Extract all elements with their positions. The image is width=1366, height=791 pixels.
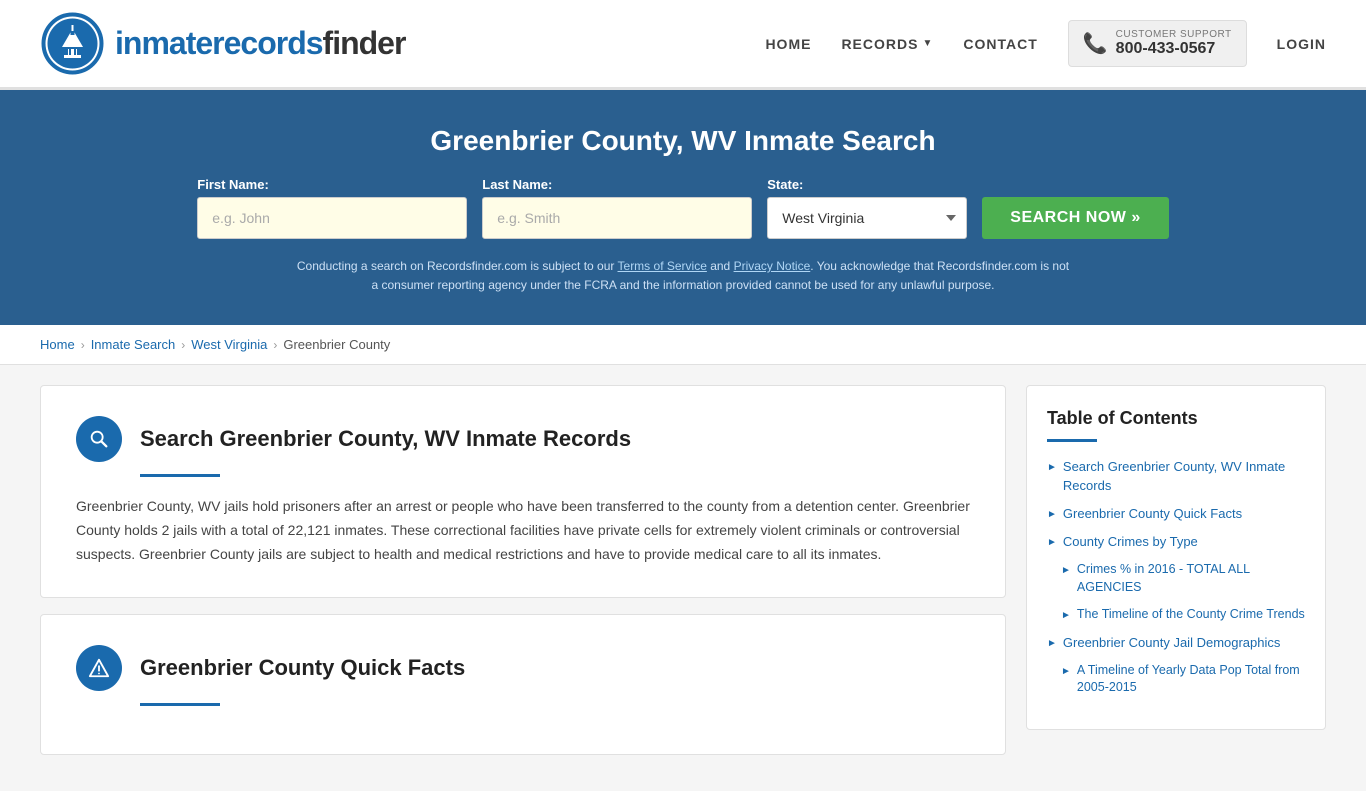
section1-underline [140, 474, 220, 477]
privacy-link[interactable]: Privacy Notice [734, 259, 811, 273]
hero-section: Greenbrier County, WV Inmate Search Firs… [0, 90, 1366, 325]
first-name-input[interactable] [197, 197, 467, 239]
last-name-input[interactable] [482, 197, 752, 239]
section1-title: Search Greenbrier County, WV Inmate Reco… [140, 426, 631, 452]
toc-divider [1047, 439, 1097, 442]
tos-link[interactable]: Terms of Service [618, 259, 707, 273]
support-text: CUSTOMER SUPPORT 800-433-0567 [1116, 29, 1232, 58]
logo-text-bold: finder [323, 25, 406, 61]
toc-title: Table of Contents [1047, 408, 1305, 429]
logo-text-normal: inmaterecords [115, 25, 323, 61]
breadcrumb-current: Greenbrier County [283, 337, 390, 352]
toc-label-4: The Timeline of the County Crime Trends [1077, 606, 1305, 624]
section2-card: Greenbrier County Quick Facts [40, 614, 1006, 755]
toc-chevron-1: ► [1047, 508, 1057, 522]
breadcrumb: Home › Inmate Search › West Virginia › G… [0, 325, 1366, 365]
nav-records[interactable]: RECORDS ▼ [841, 36, 933, 52]
toc-item-0[interactable]: ► Search Greenbrier County, WV Inmate Re… [1047, 458, 1305, 494]
section1-card: Search Greenbrier County, WV Inmate Reco… [40, 385, 1006, 597]
section1-header: Search Greenbrier County, WV Inmate Reco… [76, 416, 970, 462]
toc-label-1: Greenbrier County Quick Facts [1063, 505, 1242, 523]
nav-contact[interactable]: CONTACT [963, 36, 1037, 52]
support-box: 📞 CUSTOMER SUPPORT 800-433-0567 [1068, 20, 1247, 67]
header: inmaterecordsfinder HOME RECORDS ▼ CONTA… [0, 0, 1366, 90]
first-name-group: First Name: [197, 177, 467, 239]
toc-item-2[interactable]: ► County Crimes by Type [1047, 533, 1305, 551]
section2-header: Greenbrier County Quick Facts [76, 645, 970, 691]
last-name-group: Last Name: [482, 177, 752, 239]
search-icon [88, 428, 110, 450]
support-number[interactable]: 800-433-0567 [1116, 40, 1232, 58]
toc-card: Table of Contents ► Search Greenbrier Co… [1026, 385, 1326, 729]
toc-item-4[interactable]: ► The Timeline of the County Crime Trend… [1047, 606, 1305, 624]
toc-chevron-0: ► [1047, 461, 1057, 475]
logo-icon [40, 11, 105, 76]
toc-label-3: Crimes % in 2016 - TOTAL ALL AGENCIES [1077, 561, 1305, 596]
phone-icon: 📞 [1083, 31, 1108, 56]
toc-chevron-6: ► [1061, 665, 1071, 679]
warning-icon [88, 657, 110, 679]
search-form: First Name: Last Name: State: West Virgi… [40, 177, 1326, 239]
legal-text: Conducting a search on Recordsfinder.com… [293, 257, 1073, 295]
toc-item-6[interactable]: ► A Timeline of Yearly Data Pop Total fr… [1047, 662, 1305, 697]
search-icon-circle [76, 416, 122, 462]
breadcrumb-inmate-search[interactable]: Inmate Search [91, 337, 176, 352]
breadcrumb-west-virginia[interactable]: West Virginia [191, 337, 267, 352]
breadcrumb-sep-1: › [81, 338, 85, 352]
state-select[interactable]: West Virginia [767, 197, 967, 239]
section1-body: Greenbrier County, WV jails hold prisone… [76, 495, 970, 566]
toc-label-6: A Timeline of Yearly Data Pop Total from… [1077, 662, 1305, 697]
legal-and: and [707, 259, 734, 273]
state-group: State: West Virginia [767, 177, 967, 239]
legal-text-1: Conducting a search on Recordsfinder.com… [297, 259, 618, 273]
toc-item-5[interactable]: ► Greenbrier County Jail Demographics [1047, 634, 1305, 652]
state-label: State: [767, 177, 803, 192]
chevron-down-icon: ▼ [922, 38, 933, 49]
support-label: CUSTOMER SUPPORT [1116, 29, 1232, 40]
toc-chevron-3: ► [1061, 564, 1071, 578]
nav-records-label: RECORDS [841, 36, 918, 52]
main-content: Search Greenbrier County, WV Inmate Reco… [0, 365, 1366, 790]
hero-title: Greenbrier County, WV Inmate Search [40, 125, 1326, 157]
logo-area: inmaterecordsfinder [40, 11, 405, 76]
section2-title: Greenbrier County Quick Facts [140, 655, 465, 681]
toc-label-2: County Crimes by Type [1063, 533, 1198, 551]
nav-area: HOME RECORDS ▼ CONTACT 📞 CUSTOMER SUPPOR… [765, 20, 1326, 67]
breadcrumb-sep-2: › [181, 338, 185, 352]
toc-label-5: Greenbrier County Jail Demographics [1063, 634, 1280, 652]
toc-chevron-5: ► [1047, 637, 1057, 651]
breadcrumb-sep-3: › [273, 338, 277, 352]
sidebar: Table of Contents ► Search Greenbrier Co… [1026, 385, 1326, 770]
toc-chevron-2: ► [1047, 536, 1057, 550]
nav-home[interactable]: HOME [765, 36, 811, 52]
breadcrumb-home[interactable]: Home [40, 337, 75, 352]
toc-item-3[interactable]: ► Crimes % in 2016 - TOTAL ALL AGENCIES [1047, 561, 1305, 596]
toc-item-1[interactable]: ► Greenbrier County Quick Facts [1047, 505, 1305, 523]
toc-chevron-4: ► [1061, 609, 1071, 623]
logo-text: inmaterecordsfinder [115, 25, 405, 62]
section2-underline [140, 703, 220, 706]
warning-icon-circle [76, 645, 122, 691]
search-button[interactable]: SEARCH NOW » [982, 197, 1168, 239]
toc-label-0: Search Greenbrier County, WV Inmate Reco… [1063, 458, 1305, 494]
nav-login[interactable]: LOGIN [1277, 36, 1326, 52]
content-left: Search Greenbrier County, WV Inmate Reco… [40, 385, 1006, 770]
last-name-label: Last Name: [482, 177, 552, 192]
first-name-label: First Name: [197, 177, 269, 192]
